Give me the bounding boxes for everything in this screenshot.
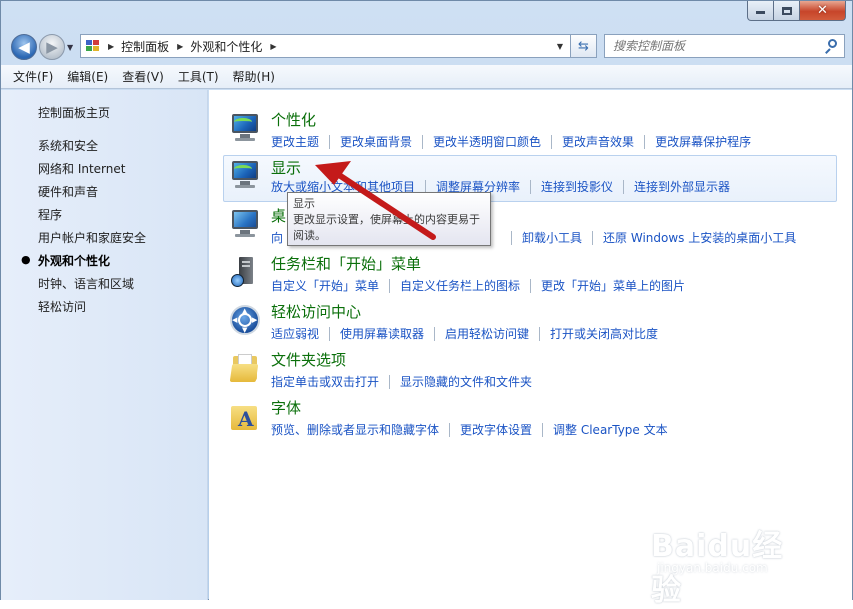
baidu-watermark: Baidu经验 jingyan.baidu.com (651, 521, 811, 608)
annotation-arrow-icon (315, 161, 436, 240)
control-panel-window: ✕ ◀ ▶ ▼ ▶ 控制面板 ▶ 外观和个性化 ▶ ▼ ⇆ 搜索控制面板 文件(… (0, 0, 853, 608)
watermark-url: jingyan.baidu.com (657, 561, 768, 575)
